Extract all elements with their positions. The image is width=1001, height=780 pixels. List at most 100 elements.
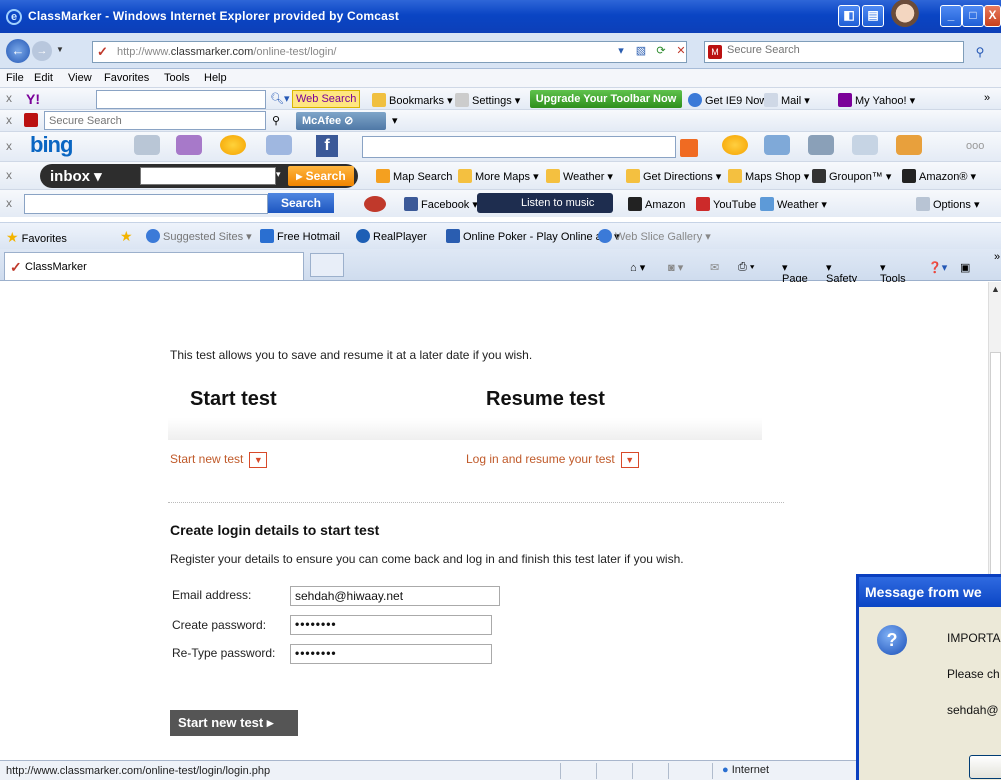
feeds-icon[interactable]: ◙ ▾: [668, 261, 683, 274]
search-icon[interactable]: ⚲: [272, 114, 280, 127]
dropdown-icon[interactable]: ▾: [276, 169, 281, 180]
shopping-icon[interactable]: [852, 135, 878, 155]
mcafee-dropdown-icon[interactable]: ▾: [392, 114, 398, 127]
web-search-button[interactable]: Web Search: [292, 90, 361, 108]
close-button[interactable]: X: [984, 5, 1001, 27]
close-toolbar-icon[interactable]: x: [6, 168, 12, 182]
window-title-bar[interactable]: e ClassMarker - Windows Internet Explore…: [0, 0, 1001, 33]
get-ie9-button[interactable]: Get IE9 Now!: [688, 93, 770, 107]
history-dropdown-icon[interactable]: ▼: [56, 45, 64, 54]
photos-icon[interactable]: [176, 135, 202, 155]
options-button[interactable]: Options ▾: [916, 197, 980, 211]
facebook-button[interactable]: Facebook ▾: [404, 197, 478, 211]
create-password-field[interactable]: ••••••••: [290, 615, 492, 635]
search-icon[interactable]: ⚲: [968, 41, 992, 63]
weather-button[interactable]: Weather ▾: [760, 197, 827, 211]
menu-help[interactable]: Help: [204, 72, 227, 84]
get-directions-button[interactable]: Get Directions ▾: [626, 169, 721, 183]
start-new-test-button[interactable]: Start new test ▸: [170, 710, 298, 736]
close-toolbar-icon[interactable]: x: [6, 113, 12, 127]
maps-shop-button[interactable]: Maps Shop ▾: [728, 169, 809, 183]
yahoo-search-input[interactable]: [96, 90, 266, 109]
facebook-icon[interactable]: f: [316, 135, 338, 157]
aero-button[interactable]: ◧: [838, 5, 860, 27]
more-maps-button[interactable]: More Maps ▾: [458, 169, 539, 183]
dialog-ok-button[interactable]: [969, 755, 1001, 779]
amazon-button[interactable]: Amazon: [628, 197, 685, 211]
secure-search-input[interactable]: [727, 44, 957, 56]
back-arrow-icon[interactable]: ←: [6, 39, 30, 63]
refresh-icon[interactable]: ⟳: [652, 41, 670, 61]
youtube-button[interactable]: YouTube: [696, 197, 756, 211]
menu-edit[interactable]: Edit: [34, 72, 53, 84]
close-toolbar-icon[interactable]: x: [6, 139, 12, 153]
upgrade-toolbar-button[interactable]: Upgrade Your Toolbar Now: [530, 90, 682, 108]
ask-search-button[interactable]: Search: [268, 193, 334, 213]
tools-menu[interactable]: Tools ▾: [880, 261, 906, 285]
yahoo-logo-icon[interactable]: Y!: [26, 91, 40, 107]
close-toolbar-icon[interactable]: x: [6, 196, 12, 210]
like-icon[interactable]: [764, 135, 790, 155]
help-icon[interactable]: ❓▾: [928, 261, 947, 274]
url-field[interactable]: ✓ http://www.classmarker.com/online-test…: [92, 41, 687, 63]
inbox-search-button[interactable]: ▸ Search: [288, 166, 354, 186]
add-favorite-icon[interactable]: ★: [120, 228, 133, 245]
amazon-button[interactable]: Amazon® ▾: [902, 169, 976, 183]
ask-search-input[interactable]: [24, 194, 268, 214]
weather-button[interactable]: Weather ▾: [546, 169, 613, 183]
menu-favorites[interactable]: Favorites: [104, 72, 149, 84]
listen-to-music-button[interactable]: Listen to music: [477, 193, 613, 213]
stop-icon[interactable]: ✕: [672, 41, 690, 61]
forward-arrow-icon[interactable]: →: [32, 41, 52, 61]
new-tab-button[interactable]: [310, 253, 344, 277]
scroll-up-icon[interactable]: ▲: [991, 284, 1000, 294]
inbox-search-input[interactable]: [140, 167, 276, 185]
start-new-test-link[interactable]: Start new test ▼: [170, 452, 268, 468]
more-options-icon[interactable]: ooo: [966, 140, 984, 152]
realplayer-link[interactable]: RealPlayer: [356, 229, 427, 243]
news-icon[interactable]: [134, 135, 160, 155]
maximize-button[interactable]: □: [962, 5, 984, 27]
resume-test-link[interactable]: Log in and resume your test ▼: [466, 452, 639, 468]
overflow-icon[interactable]: »: [994, 251, 1000, 263]
toolbar-overflow-icon[interactable]: »: [984, 92, 990, 104]
url-dropdown-icon[interactable]: ▾: [612, 41, 630, 61]
dialog-title[interactable]: Message from we: [859, 577, 1001, 607]
bing-search-input[interactable]: [362, 136, 676, 158]
web-slice-gallery-link[interactable]: Web Slice Gallery ▾: [598, 229, 711, 243]
print-icon[interactable]: ⎙ ▾: [738, 261, 754, 274]
chevron-down-icon[interactable]: ▼: [620, 452, 639, 468]
minimize-button[interactable]: _: [940, 5, 962, 27]
retype-password-field[interactable]: ••••••••: [290, 644, 492, 664]
email-field[interactable]: sehdah@hiwaay.net: [290, 586, 500, 606]
close-toolbar-icon[interactable]: x: [6, 91, 12, 105]
online-poker-link[interactable]: Online Poker - Play Online a... ▾: [446, 229, 620, 243]
settings-button[interactable]: Settings ▾: [455, 93, 520, 107]
mcafee-button[interactable]: McAfee ⊘: [296, 112, 386, 130]
map-search-button[interactable]: Map Search: [376, 169, 452, 183]
my-yahoo-button[interactable]: My Yahoo! ▾: [838, 93, 915, 107]
secure-search-box[interactable]: M: [704, 41, 964, 63]
search-icon[interactable]: [680, 139, 698, 157]
menu-file[interactable]: File: [6, 72, 24, 84]
read-mail-icon[interactable]: ✉: [710, 261, 719, 274]
suggested-sites-button[interactable]: Suggested Sites ▾: [146, 229, 252, 243]
compatibility-view-icon[interactable]: ▧: [632, 41, 650, 61]
magnifier-icon[interactable]: 🔍︎▾: [270, 92, 290, 105]
safety-menu[interactable]: Safety ▾: [826, 261, 857, 285]
inbox-logo[interactable]: inbox ▾: [50, 167, 102, 185]
video-icon[interactable]: [808, 135, 834, 155]
page-menu[interactable]: Page ▾: [782, 261, 808, 285]
mail-button[interactable]: Mail ▾: [764, 93, 810, 107]
bookmarks-button[interactable]: Bookmarks ▾: [372, 93, 453, 107]
menu-tools[interactable]: Tools: [164, 72, 190, 84]
groupon-button[interactable]: Groupon™ ▾: [812, 169, 891, 183]
menu-view[interactable]: View: [68, 72, 92, 84]
scrollbar-thumb[interactable]: [990, 352, 1001, 582]
weather-icon[interactable]: [220, 135, 246, 155]
free-hotmail-link[interactable]: Free Hotmail: [260, 229, 340, 243]
favorites-button[interactable]: ★ Favorites: [6, 229, 67, 246]
travel-icon[interactable]: [896, 135, 922, 155]
ask-logo-icon[interactable]: [364, 196, 386, 212]
rewards-icon[interactable]: [722, 135, 748, 155]
